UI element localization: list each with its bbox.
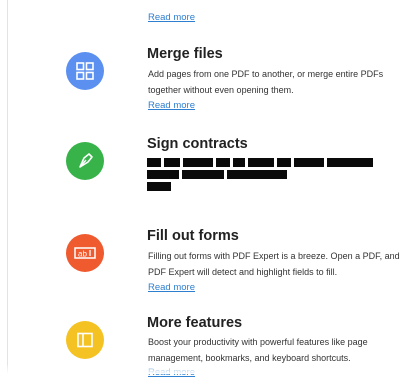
redacted-description: [147, 158, 377, 194]
bottom-fade: [0, 365, 401, 374]
feature-description: Add pages from one PDF to another, or me…: [148, 69, 384, 95]
form-field-icon: ab: [66, 234, 104, 272]
feature-title: Sign contracts: [147, 136, 248, 152]
feature-description: Boost your productivity with powerful fe…: [148, 337, 368, 363]
feature-description: Filling out forms with PDF Expert is a b…: [148, 251, 400, 277]
sidebar-panel-icon: [66, 321, 104, 359]
read-more-link[interactable]: Read more: [148, 282, 195, 293]
read-more-link[interactable]: Read more: [148, 100, 195, 111]
feature-title: Fill out forms: [147, 228, 239, 244]
pen-nib-icon: [66, 142, 104, 180]
svg-text:ab: ab: [78, 250, 87, 259]
read-more-link-previous[interactable]: Read more: [148, 12, 195, 23]
feature-title: More features: [147, 315, 243, 331]
left-divider: [7, 0, 8, 374]
grid-icon: [66, 52, 104, 90]
feature-title: Merge files: [147, 46, 223, 62]
